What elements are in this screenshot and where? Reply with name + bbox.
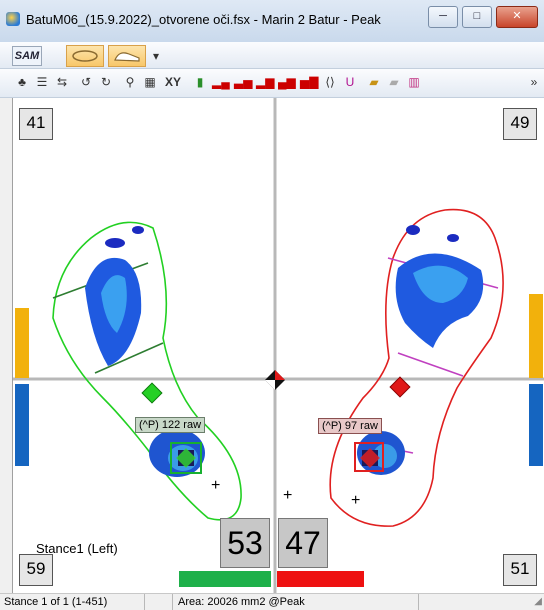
- toolbar-top: SAM ▾: [0, 42, 544, 69]
- left-foot-outline: [52, 221, 242, 521]
- rotate-left-icon[interactable]: ↺: [78, 74, 94, 90]
- maximize-button[interactable]: □: [462, 6, 492, 28]
- compare-icon[interactable]: ⇆: [54, 74, 70, 90]
- bars-4-icon[interactable]: ▄▆: [278, 74, 296, 90]
- left-hallux-pressure: [132, 226, 144, 234]
- toolbar-overflow-icon[interactable]: »: [526, 74, 542, 90]
- left-plus-marker: +: [211, 477, 220, 494]
- stance-label: Stance1 (Left): [36, 541, 118, 556]
- left-side-bar-top: [15, 308, 29, 378]
- pressure-icon[interactable]: ☰: [34, 74, 50, 90]
- right-side-bar-top: [529, 294, 543, 378]
- foot-side-icon: [114, 52, 140, 62]
- corner-bottom-right-value: 51: [503, 554, 537, 586]
- right-toe-pressure: [447, 234, 459, 242]
- left-cop-label: (^P) 122 raw: [135, 417, 206, 433]
- dropdown-arrow-icon[interactable]: ▾: [148, 48, 164, 64]
- zoom-icon[interactable]: ⚲: [122, 74, 138, 90]
- open-folder-icon[interactable]: ▰: [366, 74, 382, 90]
- right-hallux-pressure: [406, 225, 420, 235]
- brackets-icon[interactable]: ⟨⟩: [322, 74, 338, 90]
- corner-bottom-left-value: 59: [19, 554, 53, 586]
- xy-button[interactable]: XY: [162, 74, 184, 90]
- right-weight-bar: [277, 571, 364, 587]
- foot-outline-icon: [72, 50, 98, 62]
- right-foot-divider-2: [397, 352, 464, 377]
- bars-2-icon[interactable]: ▃▅: [234, 74, 252, 90]
- right-cop-label: (^P) 97 raw: [318, 418, 382, 434]
- minimize-button[interactable]: ─: [428, 6, 458, 28]
- app-icon: [6, 12, 20, 26]
- bars-3-icon[interactable]: ▂▆: [256, 74, 274, 90]
- left-side-bar-bottom: [15, 384, 29, 466]
- window-title: BatuM06_(15.9.2022)_otvorene oči.fsx - M…: [26, 12, 381, 27]
- foot-outline-button[interactable]: [66, 45, 104, 67]
- bars-1-icon[interactable]: ▂▄: [212, 74, 230, 90]
- status-bar: Stance 1 of 1 (1-451) Area: 20026 mm2 @P…: [0, 593, 544, 610]
- magnet-icon[interactable]: U: [342, 74, 358, 90]
- corner-top-right-value: 49: [503, 108, 537, 140]
- corner-top-left-value: 41: [19, 108, 53, 140]
- save-folder-icon[interactable]: ▰: [386, 74, 402, 90]
- left-weight-bar: [179, 571, 271, 587]
- center-cop-white: [265, 380, 275, 390]
- foot-side-button[interactable]: [108, 45, 146, 67]
- resize-grip-icon[interactable]: ◢: [534, 596, 542, 607]
- close-button[interactable]: ✕: [496, 6, 538, 28]
- palette-icon[interactable]: ▥: [406, 74, 422, 90]
- battery-icon[interactable]: ▮: [192, 74, 208, 90]
- left-cop-diamond: [141, 382, 163, 404]
- status-area: Area: 20026 mm2 @Peak: [174, 594, 419, 610]
- center-plus-marker: +: [283, 487, 292, 504]
- binoculars-icon[interactable]: ♣: [14, 74, 30, 90]
- bars-5-icon[interactable]: ▅▇: [300, 74, 318, 90]
- status-empty: [146, 594, 173, 610]
- sam-button[interactable]: SAM: [12, 46, 42, 66]
- left-toe-pressure: [105, 238, 125, 248]
- title-bar: BatuM06_(15.9.2022)_otvorene oči.fsx - M…: [0, 0, 544, 43]
- grid-icon[interactable]: ▦: [142, 74, 158, 90]
- toolbar-tools: ♣ ☰ ⇆ ↺ ↻ ⚲ ▦ XY ▮ ▂▄ ▃▅ ▂▆ ▄▆ ▅▇ ⟨⟩ U ▰…: [0, 69, 544, 98]
- center-cop-red: [275, 370, 285, 380]
- right-weight-percent: 47: [278, 518, 328, 568]
- right-plus-marker: +: [351, 492, 360, 509]
- rotate-right-icon[interactable]: ↻: [98, 74, 114, 90]
- status-stance: Stance 1 of 1 (1-451): [0, 594, 145, 610]
- right-side-bar-bottom: [529, 384, 543, 466]
- left-weight-percent: 53: [220, 518, 270, 568]
